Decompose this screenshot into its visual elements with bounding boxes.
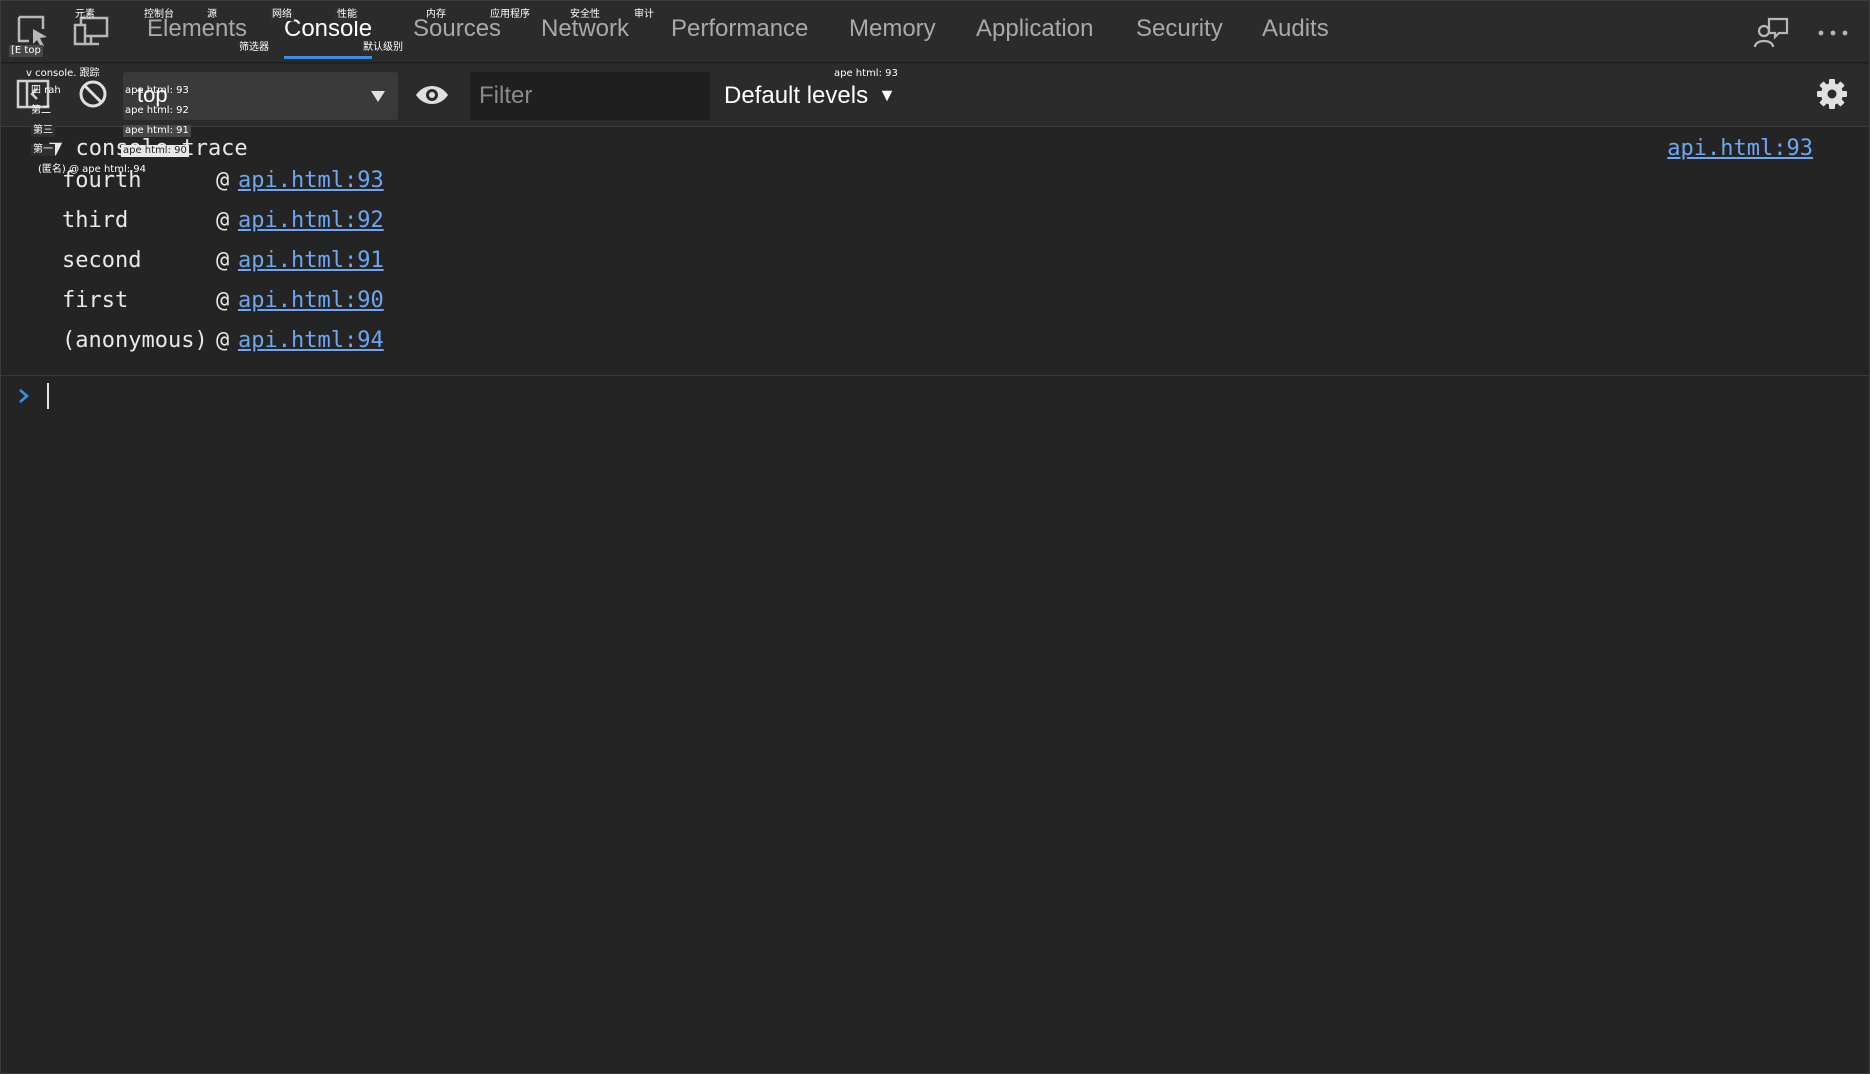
prompt-chevron-icon	[19, 389, 29, 403]
stack-frame-link[interactable]: api.html:91	[238, 248, 384, 273]
tab-security[interactable]: Security	[1136, 15, 1223, 49]
tab-memory[interactable]: Memory	[849, 15, 936, 49]
devtools-window: Elements Console Sources Network Perform…	[0, 0, 1870, 1074]
stack-frame-link[interactable]: api.html:92	[238, 208, 384, 233]
stack-frame-function: second	[62, 248, 142, 273]
stack-frame-link[interactable]: api.html:90	[238, 288, 384, 313]
overlay-label-source-90: ape html: 90	[121, 145, 189, 157]
chevron-down-icon	[371, 91, 385, 102]
overlay-label-fourth: 四 rah	[31, 85, 61, 96]
overlay-label-first: 第一	[31, 144, 55, 156]
stack-frame-at: @	[216, 248, 230, 273]
tab-application[interactable]: Application	[976, 15, 1093, 49]
text-caret	[47, 383, 49, 409]
clear-console-icon[interactable]	[77, 78, 109, 110]
stack-frame-row: third @ api.html:92	[62, 208, 384, 238]
overlay-label-default-levels: 默认级别	[363, 42, 403, 53]
log-levels-label: Default levels	[724, 82, 869, 109]
stack-frame-link[interactable]: api.html:93	[238, 168, 384, 193]
overlay-label-source-92: ape html: 92	[125, 105, 189, 116]
overlay-label-source-93: ape html: 93	[125, 85, 189, 96]
stack-frame-at: @	[216, 328, 230, 353]
feedback-icon[interactable]	[1753, 15, 1789, 51]
overlay-label-third: 第三	[31, 125, 55, 137]
overlay-label-top-context: [E top	[9, 45, 43, 57]
log-levels-dropdown[interactable]: Default levels ▼	[724, 82, 896, 112]
overlay-label-network: 网络	[270, 9, 294, 21]
overlay-label-console: 控制台	[144, 9, 174, 20]
stack-frame-at: @	[216, 168, 230, 193]
overlay-label-source-91: ape html: 91	[123, 125, 191, 137]
chevron-down-icon: ▼	[878, 85, 896, 105]
stack-frame-function: (anonymous)	[62, 328, 208, 353]
stack-frame-row: second @ api.html:91	[62, 248, 384, 278]
overlay-label-memory: 内存	[426, 9, 446, 20]
stack-frame-row: (anonymous) @ api.html:94	[62, 328, 384, 358]
overlay-label-filter: 筛选器	[239, 42, 269, 53]
stack-frame-function: third	[62, 208, 129, 233]
trace-source-link[interactable]: api.html:93	[1667, 136, 1813, 161]
console-trace-message: ▼ console.trace api.html:93 fourth@api.h…	[1, 128, 1869, 376]
overlay-label-application: 应用程序	[490, 9, 530, 20]
overlay-label-security: 安全性	[570, 9, 600, 20]
overlay-label-trace-source: ape html: 93	[834, 68, 898, 79]
inspect-element-icon[interactable]	[15, 13, 51, 49]
stack-frame-at: @	[216, 208, 230, 233]
overlay-label-performance: 性能	[335, 9, 359, 21]
stack-frame-link[interactable]: api.html:94	[238, 328, 384, 353]
overlay-label-audits: 审计	[634, 9, 654, 20]
tab-performance[interactable]: Performance	[671, 15, 808, 49]
console-toolbar: top Default levels▼	[1, 64, 1869, 127]
stack-frame-function: first	[62, 288, 129, 313]
more-options-icon[interactable]	[1815, 15, 1851, 51]
filter-input[interactable]	[470, 72, 710, 120]
overlay-label-console-trace: v console. 跟踪	[26, 68, 100, 79]
stack-frame-row: first @ api.html:90	[62, 288, 384, 318]
overlay-label-elements: 元素	[75, 9, 95, 20]
stack-frame-at: @	[216, 288, 230, 313]
tab-audits[interactable]: Audits	[1262, 15, 1329, 49]
settings-gear-icon[interactable]	[1816, 78, 1848, 110]
overlay-label-anonymous: (匿名) @ ape html: 94	[38, 164, 147, 175]
console-prompt[interactable]	[1, 377, 1869, 417]
overlay-label-sources: 源	[207, 9, 217, 20]
active-tab-indicator	[284, 56, 372, 59]
overlay-label-second: 第二	[31, 105, 51, 116]
live-expression-eye-icon[interactable]	[414, 80, 450, 110]
